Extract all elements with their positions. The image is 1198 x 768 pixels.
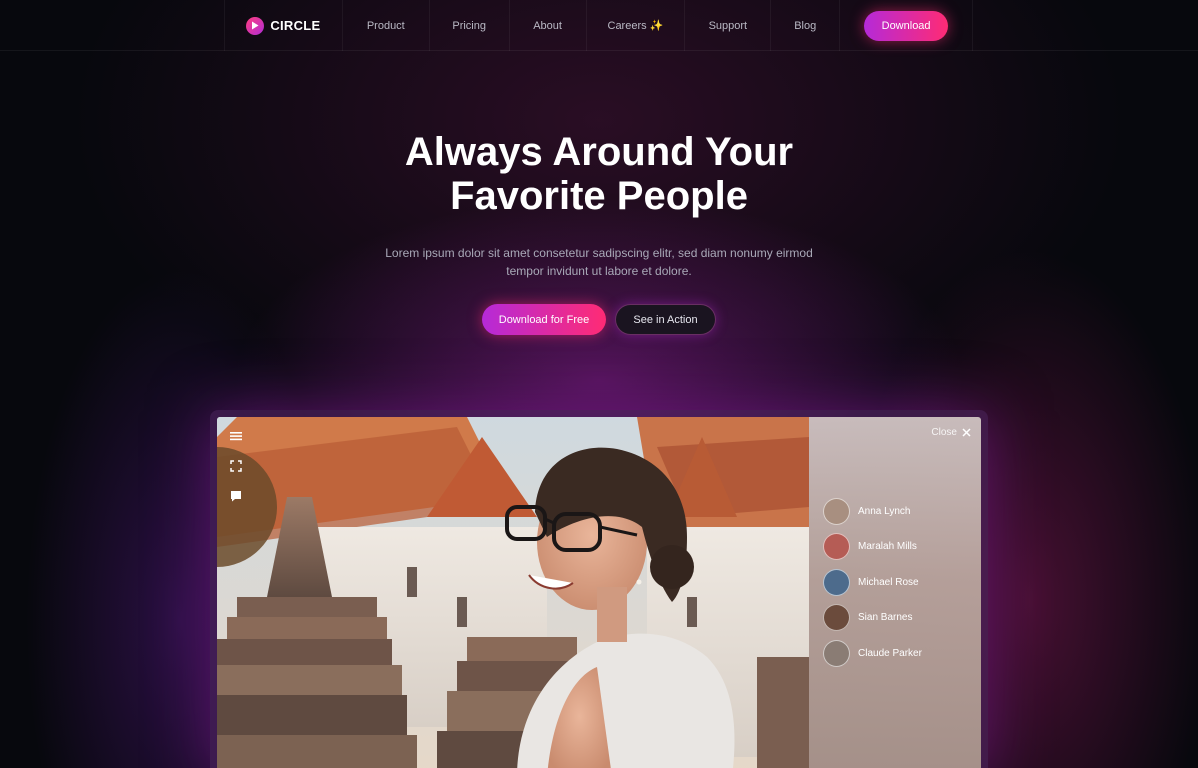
close-label: Close (931, 427, 957, 438)
avatar (823, 497, 850, 525)
brand-name: CIRCLE (270, 18, 321, 33)
hero-subtitle-line-1: Lorem ipsum dolor sit amet consetetur sa… (385, 246, 813, 260)
participant-item[interactable]: Sian Barnes (823, 604, 922, 632)
play-logo-icon (246, 16, 265, 35)
fullscreen-icon[interactable] (229, 459, 243, 473)
hero-actions: Download for Free See in Action (0, 304, 1198, 335)
avatar (823, 568, 850, 596)
nav-item-blog[interactable]: Blog (771, 0, 841, 51)
menu-icon[interactable] (229, 429, 243, 443)
participant-name: Claude Parker (858, 647, 922, 659)
participant-name: Michael Rose (858, 576, 919, 588)
nav-item-pricing[interactable]: Pricing (430, 0, 510, 51)
nav-item-about[interactable]: About (510, 0, 587, 51)
video-scene-image (217, 417, 809, 768)
chat-icon[interactable] (229, 489, 243, 503)
landing-page: CIRCLE Product Pricing About Careers ✨ S… (0, 0, 1198, 768)
participant-name: Sian Barnes (858, 612, 913, 623)
nav-item-support[interactable]: Support (685, 0, 772, 51)
participant-name: Maralah Mills (858, 541, 917, 552)
participants-list: Anna Lynch Maralah Mills Michael Rose Si… (823, 497, 922, 675)
nav-item-product[interactable]: Product (343, 0, 430, 51)
download-free-button[interactable]: Download for Free (482, 304, 606, 335)
close-icon (962, 428, 971, 437)
participant-item[interactable]: Claude Parker (823, 639, 922, 667)
participant-item[interactable]: Michael Rose (823, 568, 922, 596)
brand-logo[interactable]: CIRCLE (225, 0, 343, 51)
avatar (823, 533, 850, 560)
nav-item-careers[interactable]: Careers ✨ (587, 0, 686, 51)
participant-item[interactable]: Anna Lynch (823, 497, 922, 525)
participants-panel: Close Anna Lynch Maralah Mills Michael R… (809, 417, 981, 768)
avatar (823, 639, 850, 667)
hero-title-line-1: Always Around Your (404, 130, 794, 174)
app-preview-window: Close Anna Lynch Maralah Mills Michael R… (210, 410, 988, 768)
close-button[interactable]: Close (931, 427, 971, 438)
hero-subtitle: Lorem ipsum dolor sit amet consetetur sa… (360, 244, 838, 280)
avatar (823, 604, 850, 631)
nav-download-button[interactable]: Download (864, 10, 949, 41)
video-call-app: Close Anna Lynch Maralah Mills Michael R… (217, 417, 981, 768)
hero-subtitle-line-2: tempor invidunt ut labore et dolore. (506, 264, 692, 278)
nav-download-cell: Download (840, 0, 972, 51)
hero-title: Always Around Your Favorite People (0, 130, 1198, 218)
participant-name: Anna Lynch (858, 505, 911, 517)
video-feed (217, 417, 809, 768)
hero-title-line-2: Favorite People (450, 174, 748, 218)
see-in-action-button[interactable]: See in Action (615, 304, 716, 335)
top-nav: CIRCLE Product Pricing About Careers ✨ S… (224, 0, 973, 51)
participant-item[interactable]: Maralah Mills (823, 533, 922, 561)
